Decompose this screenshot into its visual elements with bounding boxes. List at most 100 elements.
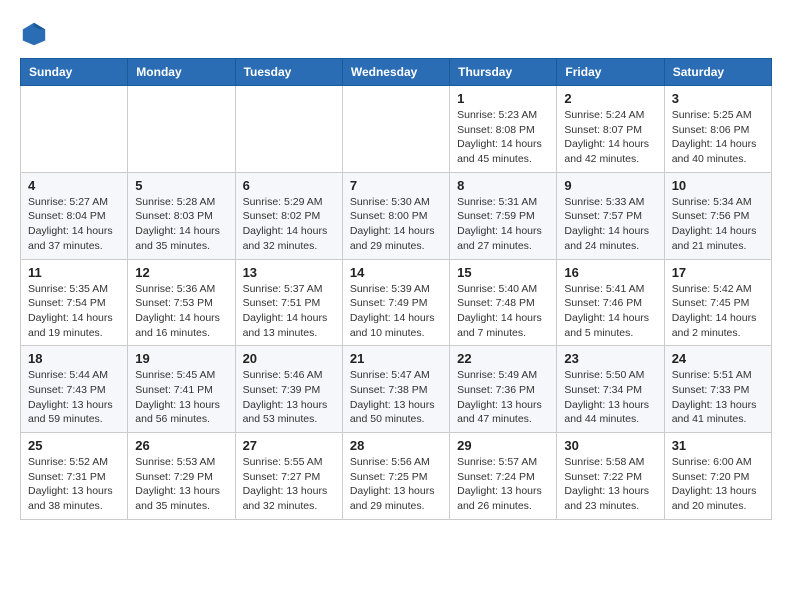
day-info: Sunrise: 5:39 AM Sunset: 7:49 PM Dayligh… bbox=[350, 282, 442, 341]
page: SundayMondayTuesdayWednesdayThursdayFrid… bbox=[0, 0, 792, 530]
day-info: Sunrise: 5:36 AM Sunset: 7:53 PM Dayligh… bbox=[135, 282, 227, 341]
day-info: Sunrise: 5:24 AM Sunset: 8:07 PM Dayligh… bbox=[564, 108, 656, 167]
calendar: SundayMondayTuesdayWednesdayThursdayFrid… bbox=[20, 58, 772, 520]
calendar-cell: 9 Sunrise: 5:33 AM Sunset: 7:57 PM Daylig… bbox=[557, 172, 664, 259]
calendar-cell: 21Sunrise: 5:47 AM Sunset: 7:38 PM Dayli… bbox=[342, 346, 449, 433]
weekday-header-tuesday: Tuesday bbox=[235, 59, 342, 86]
day-number: 24 bbox=[672, 351, 764, 366]
calendar-cell: 14 Sunrise: 5:39 AM Sunset: 7:49 PM Dayli… bbox=[342, 259, 449, 346]
day-info: Sunrise: 5:31 AM Sunset: 7:59 PM Dayligh… bbox=[457, 195, 549, 254]
day-info: Sunrise: 5:49 AM Sunset: 7:36 PM Dayligh… bbox=[457, 368, 549, 427]
day-number: 27 bbox=[243, 438, 335, 453]
day-number: 4 bbox=[28, 178, 120, 193]
calendar-cell: 4 Sunrise: 5:27 AM Sunset: 8:04 PM Daylig… bbox=[21, 172, 128, 259]
day-info: Sunrise: 5:52 AM Sunset: 7:31 PM Dayligh… bbox=[28, 455, 120, 514]
calendar-cell: 1Sunrise: 5:23 AM Sunset: 8:08 PM Daylig… bbox=[450, 86, 557, 173]
day-info: Sunrise: 5:55 AM Sunset: 7:27 PM Dayligh… bbox=[243, 455, 335, 514]
day-info: Sunrise: 5:30 AM Sunset: 8:00 PM Dayligh… bbox=[350, 195, 442, 254]
day-info: Sunrise: 5:42 AM Sunset: 7:45 PM Dayligh… bbox=[672, 282, 764, 341]
calendar-cell bbox=[235, 86, 342, 173]
day-info: Sunrise: 5:34 AM Sunset: 7:56 PM Dayligh… bbox=[672, 195, 764, 254]
calendar-cell: 25 Sunrise: 5:52 AM Sunset: 7:31 PM Dayli… bbox=[21, 433, 128, 520]
day-number: 18 bbox=[28, 351, 120, 366]
day-info: Sunrise: 5:44 AM Sunset: 7:43 PM Dayligh… bbox=[28, 368, 120, 427]
day-info: Sunrise: 5:33 AM Sunset: 7:57 PM Dayligh… bbox=[564, 195, 656, 254]
calendar-cell: 3Sunrise: 5:25 AM Sunset: 8:06 PM Daylig… bbox=[664, 86, 771, 173]
weekday-header-row: SundayMondayTuesdayWednesdayThursdayFrid… bbox=[21, 59, 772, 86]
weekday-header-saturday: Saturday bbox=[664, 59, 771, 86]
calendar-cell: 16Sunrise: 5:41 AM Sunset: 7:46 PM Dayli… bbox=[557, 259, 664, 346]
day-info: Sunrise: 5:37 AM Sunset: 7:51 PM Dayligh… bbox=[243, 282, 335, 341]
calendar-cell: 24 Sunrise: 5:51 AM Sunset: 7:33 PM Dayli… bbox=[664, 346, 771, 433]
calendar-cell: 19Sunrise: 5:45 AM Sunset: 7:41 PM Dayli… bbox=[128, 346, 235, 433]
day-info: Sunrise: 5:25 AM Sunset: 8:06 PM Dayligh… bbox=[672, 108, 764, 167]
calendar-cell: 17Sunrise: 5:42 AM Sunset: 7:45 PM Dayli… bbox=[664, 259, 771, 346]
calendar-cell: 22 Sunrise: 5:49 AM Sunset: 7:36 PM Dayli… bbox=[450, 346, 557, 433]
calendar-cell: 2 Sunrise: 5:24 AM Sunset: 8:07 PM Daylig… bbox=[557, 86, 664, 173]
day-info: Sunrise: 5:23 AM Sunset: 8:08 PM Dayligh… bbox=[457, 108, 549, 167]
calendar-header: SundayMondayTuesdayWednesdayThursdayFrid… bbox=[21, 59, 772, 86]
calendar-cell bbox=[342, 86, 449, 173]
day-info: Sunrise: 5:40 AM Sunset: 7:48 PM Dayligh… bbox=[457, 282, 549, 341]
day-number: 29 bbox=[457, 438, 549, 453]
day-number: 10 bbox=[672, 178, 764, 193]
weekday-header-monday: Monday bbox=[128, 59, 235, 86]
day-info: Sunrise: 5:56 AM Sunset: 7:25 PM Dayligh… bbox=[350, 455, 442, 514]
day-number: 31 bbox=[672, 438, 764, 453]
day-info: Sunrise: 5:27 AM Sunset: 8:04 PM Dayligh… bbox=[28, 195, 120, 254]
day-number: 28 bbox=[350, 438, 442, 453]
calendar-cell: 11Sunrise: 5:35 AM Sunset: 7:54 PM Dayli… bbox=[21, 259, 128, 346]
calendar-cell: 10 Sunrise: 5:34 AM Sunset: 7:56 PM Dayli… bbox=[664, 172, 771, 259]
calendar-cell: 12 Sunrise: 5:36 AM Sunset: 7:53 PM Dayli… bbox=[128, 259, 235, 346]
calendar-cell: 20 Sunrise: 5:46 AM Sunset: 7:39 PM Dayli… bbox=[235, 346, 342, 433]
day-number: 30 bbox=[564, 438, 656, 453]
day-number: 9 bbox=[564, 178, 656, 193]
calendar-cell: 15 Sunrise: 5:40 AM Sunset: 7:48 PM Dayli… bbox=[450, 259, 557, 346]
day-number: 7 bbox=[350, 178, 442, 193]
day-number: 20 bbox=[243, 351, 335, 366]
day-number: 8 bbox=[457, 178, 549, 193]
day-number: 13 bbox=[243, 265, 335, 280]
weekday-header-sunday: Sunday bbox=[21, 59, 128, 86]
calendar-cell: 5 Sunrise: 5:28 AM Sunset: 8:03 PM Daylig… bbox=[128, 172, 235, 259]
day-info: Sunrise: 5:29 AM Sunset: 8:02 PM Dayligh… bbox=[243, 195, 335, 254]
week-row-2: 4 Sunrise: 5:27 AM Sunset: 8:04 PM Daylig… bbox=[21, 172, 772, 259]
day-info: Sunrise: 5:57 AM Sunset: 7:24 PM Dayligh… bbox=[457, 455, 549, 514]
day-number: 21 bbox=[350, 351, 442, 366]
day-number: 15 bbox=[457, 265, 549, 280]
calendar-cell: 26Sunrise: 5:53 AM Sunset: 7:29 PM Dayli… bbox=[128, 433, 235, 520]
day-number: 6 bbox=[243, 178, 335, 193]
day-info: Sunrise: 5:58 AM Sunset: 7:22 PM Dayligh… bbox=[564, 455, 656, 514]
header bbox=[20, 20, 772, 48]
day-number: 22 bbox=[457, 351, 549, 366]
weekday-header-friday: Friday bbox=[557, 59, 664, 86]
logo-icon bbox=[20, 20, 48, 48]
day-number: 19 bbox=[135, 351, 227, 366]
day-info: Sunrise: 5:53 AM Sunset: 7:29 PM Dayligh… bbox=[135, 455, 227, 514]
calendar-cell: 27 Sunrise: 5:55 AM Sunset: 7:27 PM Dayli… bbox=[235, 433, 342, 520]
day-info: Sunrise: 5:51 AM Sunset: 7:33 PM Dayligh… bbox=[672, 368, 764, 427]
calendar-cell bbox=[128, 86, 235, 173]
day-info: Sunrise: 5:50 AM Sunset: 7:34 PM Dayligh… bbox=[564, 368, 656, 427]
weekday-header-thursday: Thursday bbox=[450, 59, 557, 86]
day-info: Sunrise: 6:00 AM Sunset: 7:20 PM Dayligh… bbox=[672, 455, 764, 514]
logo bbox=[20, 20, 52, 48]
calendar-body: 1Sunrise: 5:23 AM Sunset: 8:08 PM Daylig… bbox=[21, 86, 772, 520]
day-number: 2 bbox=[564, 91, 656, 106]
calendar-cell bbox=[21, 86, 128, 173]
day-number: 11 bbox=[28, 265, 120, 280]
day-info: Sunrise: 5:46 AM Sunset: 7:39 PM Dayligh… bbox=[243, 368, 335, 427]
calendar-cell: 23 Sunrise: 5:50 AM Sunset: 7:34 PM Dayli… bbox=[557, 346, 664, 433]
calendar-cell: 7 Sunrise: 5:30 AM Sunset: 8:00 PM Daylig… bbox=[342, 172, 449, 259]
day-number: 14 bbox=[350, 265, 442, 280]
calendar-cell: 31 Sunrise: 6:00 AM Sunset: 7:20 PM Dayli… bbox=[664, 433, 771, 520]
calendar-cell: 28 Sunrise: 5:56 AM Sunset: 7:25 PM Dayli… bbox=[342, 433, 449, 520]
calendar-cell: 13 Sunrise: 5:37 AM Sunset: 7:51 PM Dayli… bbox=[235, 259, 342, 346]
week-row-3: 11Sunrise: 5:35 AM Sunset: 7:54 PM Dayli… bbox=[21, 259, 772, 346]
weekday-header-wednesday: Wednesday bbox=[342, 59, 449, 86]
day-number: 5 bbox=[135, 178, 227, 193]
day-info: Sunrise: 5:28 AM Sunset: 8:03 PM Dayligh… bbox=[135, 195, 227, 254]
day-number: 25 bbox=[28, 438, 120, 453]
day-number: 12 bbox=[135, 265, 227, 280]
day-number: 23 bbox=[564, 351, 656, 366]
